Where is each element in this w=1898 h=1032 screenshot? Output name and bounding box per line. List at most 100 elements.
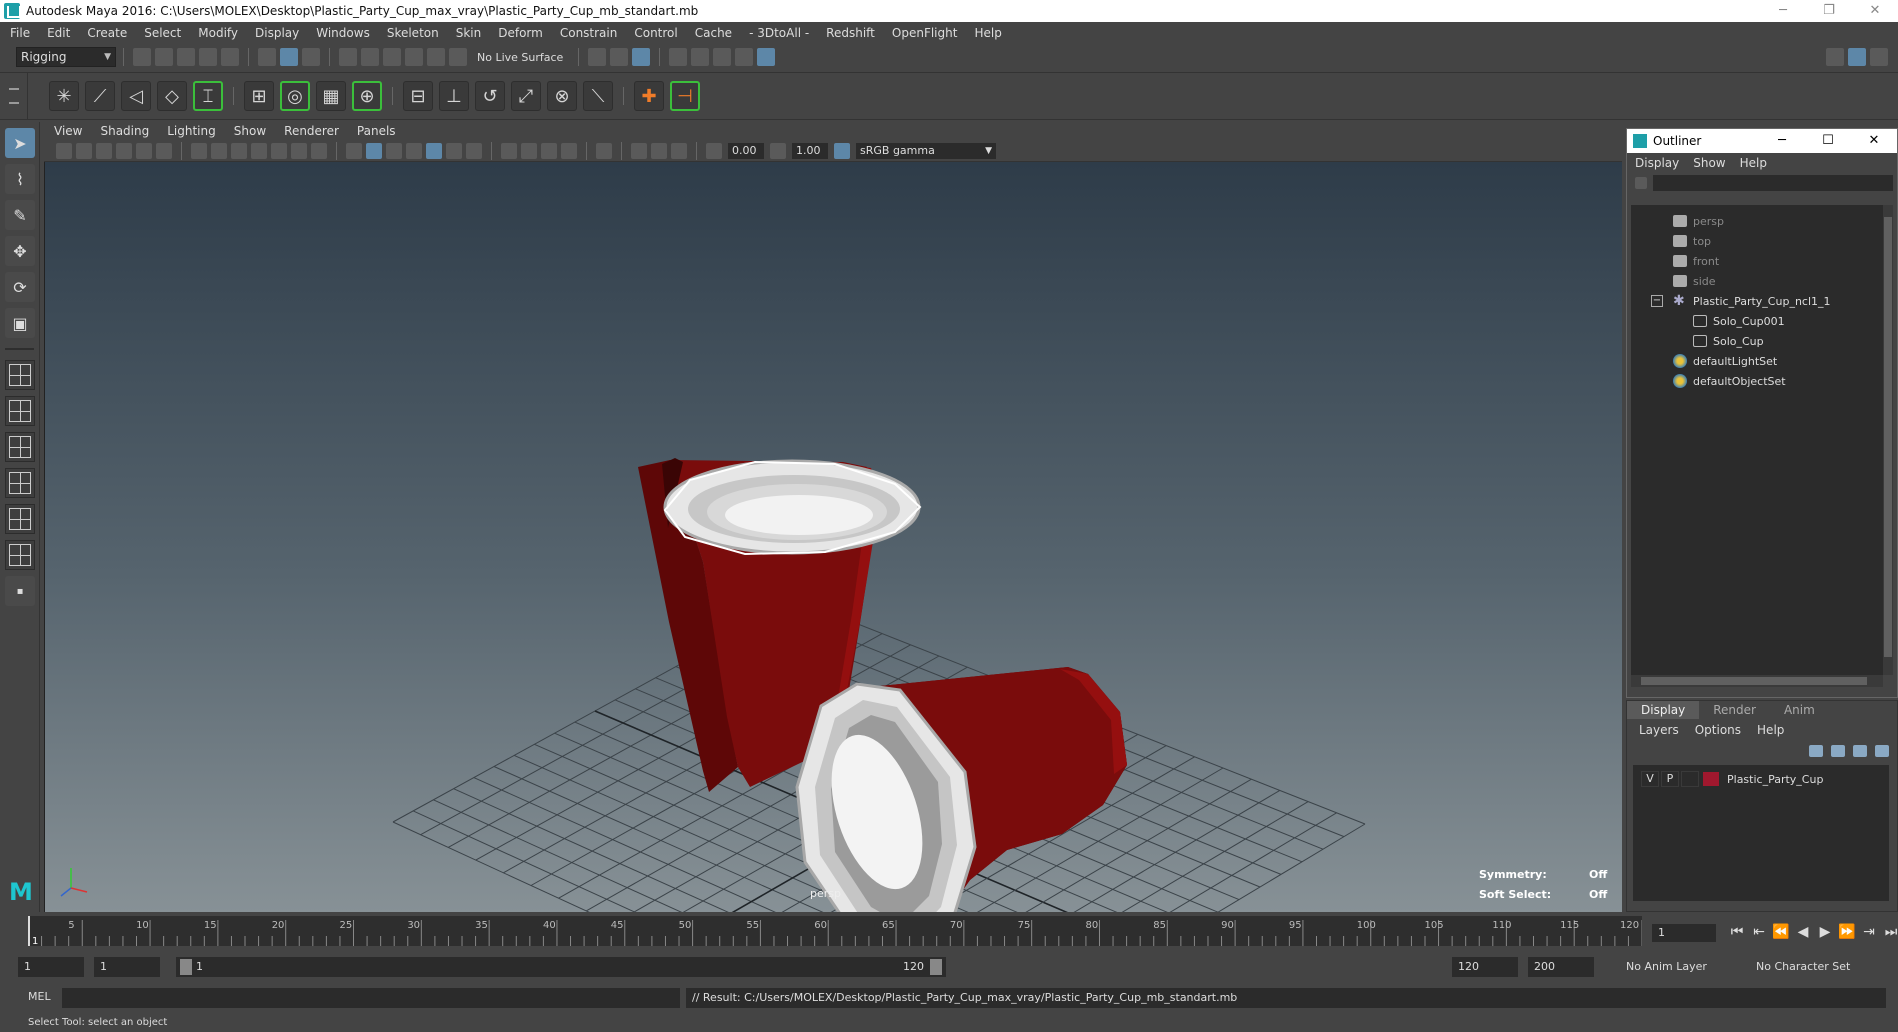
range-start-handle[interactable] bbox=[180, 959, 192, 975]
point-constraint-icon[interactable]: ⊟ bbox=[403, 81, 433, 111]
safe-action-icon[interactable] bbox=[291, 142, 307, 159]
outliner-item-solo-cup[interactable]: Solo_Cup bbox=[1631, 331, 1883, 351]
snap-point-icon[interactable] bbox=[383, 48, 401, 66]
outliner-menu-help[interactable]: Help bbox=[1740, 156, 1767, 170]
save-scene-icon[interactable] bbox=[177, 48, 195, 66]
safe-title-icon[interactable] bbox=[311, 142, 327, 159]
outliner-close-button[interactable]: ✕ bbox=[1851, 129, 1897, 153]
2d-pan-zoom-icon[interactable] bbox=[136, 142, 152, 159]
animation-start-field[interactable]: 1 bbox=[18, 957, 84, 977]
current-frame-field[interactable]: 1 bbox=[1652, 924, 1716, 942]
menu-cache[interactable]: Cache bbox=[695, 26, 732, 40]
wireframe-on-shaded-icon[interactable] bbox=[406, 142, 422, 159]
snap-surface-icon[interactable] bbox=[449, 48, 467, 66]
3d-viewport[interactable]: Symmetry: Off Soft Select: Off persp bbox=[44, 162, 1622, 912]
time-slider-track[interactable]: 5 10 15 20 25 30 35 40 45 50 55 60 65 70 75 80 85 90 95 100… bbox=[28, 916, 1642, 946]
select-hierarchy-icon[interactable] bbox=[258, 48, 276, 66]
outliner-search-input[interactable] bbox=[1653, 175, 1893, 191]
output-ops-icon[interactable] bbox=[610, 48, 629, 66]
joint-tool-icon[interactable]: ✳ bbox=[49, 81, 79, 111]
command-language-toggle[interactable]: MEL bbox=[28, 990, 51, 1003]
ipr-render-icon[interactable] bbox=[713, 48, 732, 66]
textured-icon[interactable] bbox=[426, 142, 442, 159]
filter-icon[interactable] bbox=[1635, 177, 1647, 189]
menu-create[interactable]: Create bbox=[87, 26, 127, 40]
viewport-scene[interactable] bbox=[45, 162, 1622, 912]
panel-menu-shading[interactable]: Shading bbox=[100, 124, 149, 138]
modeling-toolkit-icon[interactable] bbox=[1826, 48, 1844, 66]
layer-menu-help[interactable]: Help bbox=[1757, 723, 1784, 737]
menu-edit[interactable]: Edit bbox=[47, 26, 70, 40]
menu-openflight[interactable]: OpenFlight bbox=[892, 26, 958, 40]
go-to-start-button[interactable]: ⏮ bbox=[1726, 922, 1748, 942]
menu-redshift[interactable]: Redshift bbox=[826, 26, 875, 40]
anim-layer-dropdown[interactable]: No Anim Layer bbox=[1620, 957, 1707, 977]
menu-windows[interactable]: Windows bbox=[316, 26, 370, 40]
redo-icon[interactable] bbox=[221, 48, 239, 66]
snap-curve-icon[interactable] bbox=[361, 48, 379, 66]
outliner-horizontal-scrollbar[interactable] bbox=[1631, 675, 1883, 687]
screen-space-ao-icon[interactable] bbox=[501, 142, 517, 159]
step-back-key-button[interactable]: ⏪ bbox=[1770, 922, 1792, 942]
step-back-frame-button[interactable]: ⇤ bbox=[1748, 922, 1770, 942]
close-button[interactable]: ✕ bbox=[1852, 0, 1898, 22]
channel-box-icon[interactable] bbox=[1870, 48, 1888, 66]
outliner-item-side[interactable]: side bbox=[1631, 271, 1883, 291]
lasso-tool-icon[interactable]: ⌇ bbox=[5, 164, 35, 194]
parent-constraint-icon[interactable]: ⊗ bbox=[547, 81, 577, 111]
playback-end-field[interactable]: 120 bbox=[1452, 957, 1518, 977]
film-gate-icon[interactable] bbox=[211, 142, 227, 159]
collapse-toggle[interactable]: − bbox=[1651, 295, 1663, 307]
scale-tool-icon[interactable]: ▣ bbox=[5, 308, 35, 338]
menu-select[interactable]: Select bbox=[144, 26, 181, 40]
move-tool-icon[interactable]: ✥ bbox=[5, 236, 35, 266]
make-live-icon[interactable] bbox=[427, 48, 445, 66]
layer-visibility-toggle[interactable]: V bbox=[1641, 771, 1659, 787]
panel-menu-panels[interactable]: Panels bbox=[357, 124, 396, 138]
range-end-handle[interactable] bbox=[930, 959, 942, 975]
persp-outliner-layout-icon[interactable] bbox=[5, 504, 35, 534]
pole-vector-icon[interactable]: ⟍ bbox=[583, 81, 613, 111]
select-tool-icon[interactable]: ➤ bbox=[5, 128, 35, 158]
ik-spline-icon[interactable]: ◁ bbox=[121, 81, 151, 111]
persp-graph-layout-icon[interactable] bbox=[5, 468, 35, 498]
gamma-field[interactable]: 1.00 bbox=[792, 142, 828, 159]
outliner-item-front[interactable]: front bbox=[1631, 251, 1883, 271]
select-camera-icon[interactable] bbox=[56, 142, 72, 159]
isolate-select-icon[interactable] bbox=[596, 142, 612, 159]
menu-file[interactable]: File bbox=[10, 26, 30, 40]
single-pane-layout-icon[interactable] bbox=[5, 360, 35, 390]
outliner-minimize-button[interactable]: ─ bbox=[1759, 129, 1805, 153]
render-view-icon[interactable] bbox=[669, 48, 688, 66]
open-scene-icon[interactable] bbox=[155, 48, 173, 66]
layer-menu-options[interactable]: Options bbox=[1695, 723, 1741, 737]
bind-skin-icon[interactable]: ⊣ bbox=[670, 81, 700, 111]
minimize-button[interactable]: ─ bbox=[1760, 0, 1806, 22]
panel-menu-renderer[interactable]: Renderer bbox=[284, 124, 339, 138]
shadows-icon[interactable] bbox=[466, 142, 482, 159]
menu-constrain[interactable]: Constrain bbox=[560, 26, 618, 40]
play-forwards-button[interactable]: ▶ bbox=[1814, 922, 1836, 942]
outliner-menu-show[interactable]: Show bbox=[1693, 156, 1725, 170]
restore-button[interactable]: ❐ bbox=[1806, 0, 1852, 22]
wrap-deformer-icon[interactable]: ▦ bbox=[316, 81, 346, 111]
shelf-menu-grip[interactable] bbox=[0, 73, 28, 119]
xray-active-components-icon[interactable] bbox=[651, 142, 667, 159]
select-component-icon[interactable] bbox=[302, 48, 320, 66]
field-chart-icon[interactable] bbox=[271, 142, 287, 159]
scale-constraint-icon[interactable]: ⤢ bbox=[511, 81, 541, 111]
color-management-icon[interactable] bbox=[834, 142, 850, 159]
cluster-icon[interactable]: ⊞ bbox=[244, 81, 274, 111]
layer-playback-toggle[interactable]: P bbox=[1661, 771, 1679, 787]
smooth-shade-icon[interactable] bbox=[366, 142, 382, 159]
resolution-gate-icon[interactable] bbox=[231, 142, 247, 159]
four-pane-layout-icon[interactable] bbox=[5, 396, 35, 426]
view-transform-dropdown[interactable]: sRGB gamma bbox=[856, 142, 996, 159]
panel-menu-view[interactable]: View bbox=[54, 124, 82, 138]
camera-attributes-icon[interactable] bbox=[76, 142, 92, 159]
move-layer-up-icon[interactable] bbox=[1809, 745, 1823, 757]
tab-render-layers[interactable]: Render bbox=[1699, 701, 1770, 719]
menu-display[interactable]: Display bbox=[255, 26, 299, 40]
layer-menu-layers[interactable]: Layers bbox=[1639, 723, 1679, 737]
xray-joints-icon[interactable] bbox=[671, 142, 687, 159]
